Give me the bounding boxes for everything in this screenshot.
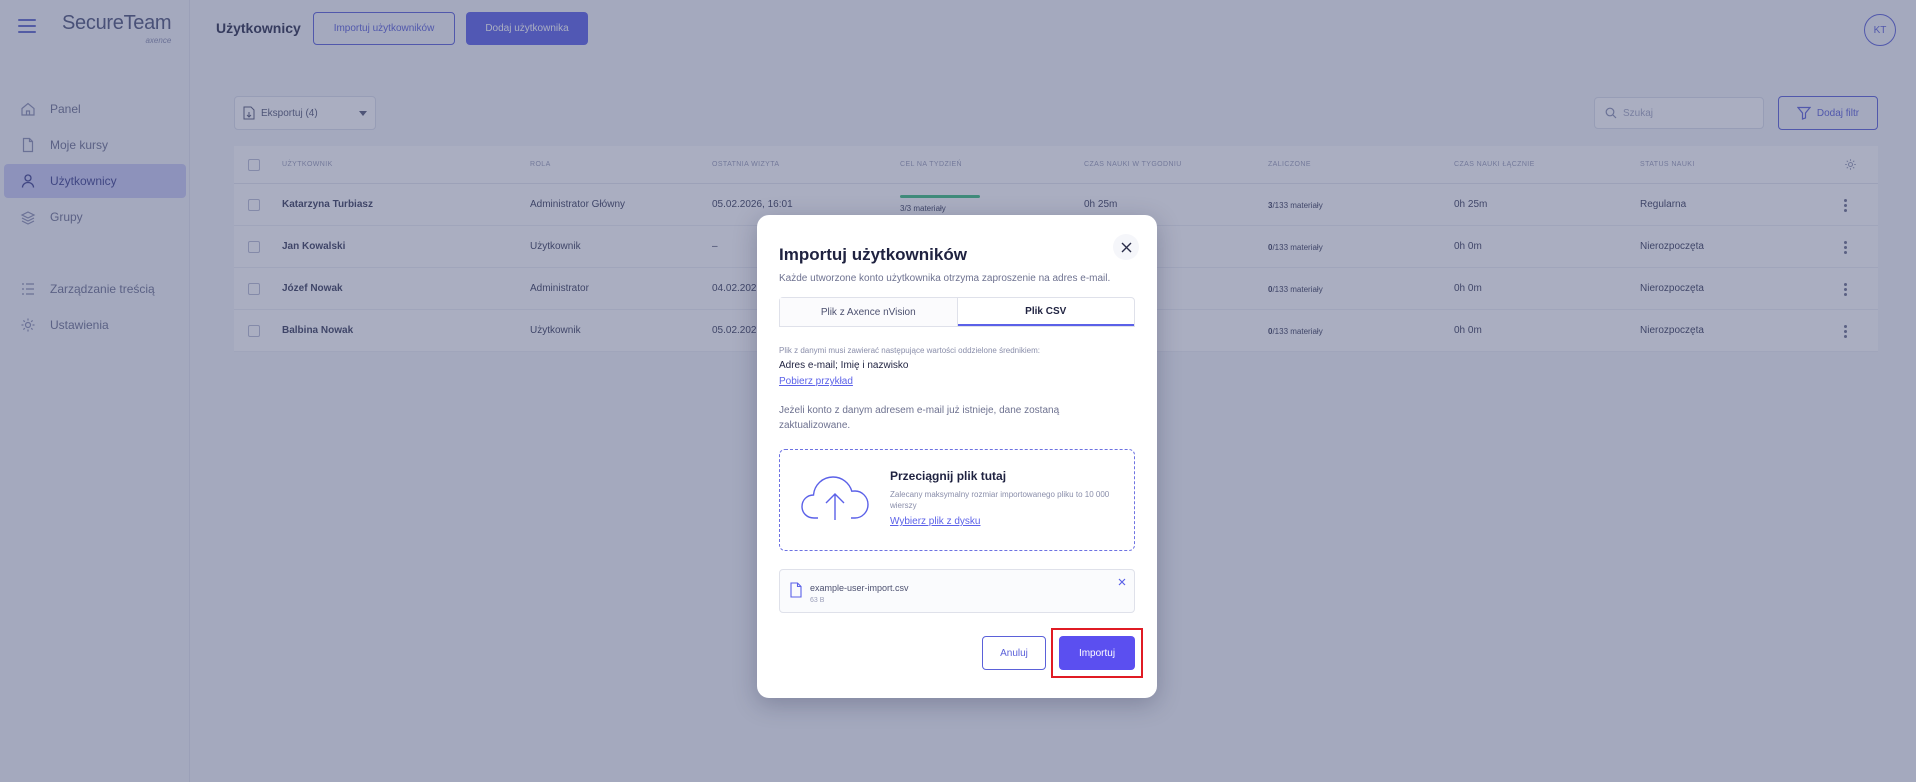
import-button[interactable]: Importuj [1059,636,1135,670]
close-icon [1121,242,1131,252]
existing-account-info: Jeżeli konto z danym adresem e-mail już … [779,405,1060,431]
cancel-button[interactable]: Anuluj [982,636,1046,670]
required-fields: Adres e-mail; Imię i nazwisko [779,360,909,371]
import-source-tabs: Plik z Axence nVision Plik CSV [779,297,1135,327]
file-dropzone[interactable]: Przeciągnij plik tutaj Zalecany maksymal… [779,449,1135,551]
choose-file-link[interactable]: Wybierz plik z dysku [890,516,981,527]
file-name: example-user-import.csv [810,583,909,593]
dropzone-hint: Zalecany maksymalny rozmiar importowaneg… [890,490,1110,510]
file-size: 63 B [810,597,825,604]
modal-subtitle: Każde utworzone konto użytkownika otrzym… [779,273,1111,284]
file-icon [790,582,802,598]
cloud-upload-icon [801,476,869,520]
modal-title: Importuj użytkowników [779,245,967,264]
download-sample-link[interactable]: Pobierz przykład [779,376,853,387]
selected-file-card: example-user-import.csv 63 B [779,569,1135,613]
dropzone-title: Przeciągnij plik tutaj [890,469,1007,483]
import-users-modal: Importuj użytkowników Każde utworzone ko… [757,215,1157,698]
tab-axence-nvision[interactable]: Plik z Axence nVision [780,298,958,326]
tab-csv-file[interactable]: Plik CSV [957,298,1134,326]
file-format-info: Plik z danymi musi zawierać następujące … [779,346,1041,355]
close-button[interactable] [1113,234,1139,260]
remove-file-icon[interactable] [1118,578,1126,586]
